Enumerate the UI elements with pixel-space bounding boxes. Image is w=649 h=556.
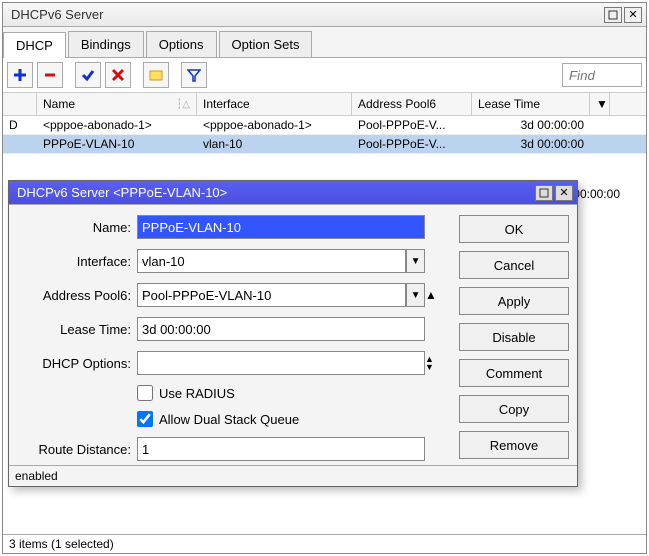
title-bar: DHCPv6 Server ✕ [3, 3, 646, 27]
button-column: OK Cancel Apply Disable Comment Copy Rem… [459, 215, 569, 461]
label-interface: Interface: [17, 254, 137, 269]
dialog-minimize-button[interactable] [535, 185, 553, 201]
label-options: DHCP Options: [17, 356, 137, 371]
cancel-button[interactable]: Cancel [459, 251, 569, 279]
resize-handle-icon[interactable]: ┆△ [176, 99, 190, 110]
tab-option-sets[interactable]: Option Sets [219, 31, 313, 57]
cell-interface: <pppoe-abonado-1> [197, 116, 352, 134]
dialog-status: enabled [9, 465, 577, 486]
options-spinner-icon[interactable]: ▲▼ [425, 355, 447, 371]
label-route: Route Distance: [17, 442, 137, 457]
remove-button[interactable]: Remove [459, 431, 569, 459]
pool-field[interactable] [137, 283, 406, 307]
dialog-title-bar: DHCPv6 Server <PPPoE-VLAN-10> ✕ [9, 181, 577, 205]
pool-dropdown-button[interactable]: ▼ [406, 283, 425, 307]
copy-button[interactable]: Copy [459, 395, 569, 423]
find-input[interactable] [562, 63, 642, 87]
close-button[interactable]: ✕ [624, 7, 642, 23]
add-button[interactable] [7, 62, 33, 88]
tab-bindings[interactable]: Bindings [68, 31, 144, 57]
cell-lease: 3d 00:00:00 [472, 135, 590, 153]
filter-button[interactable] [181, 62, 207, 88]
cell-pool: Pool-PPPoE-V... [352, 135, 472, 153]
dual-stack-checkbox[interactable] [137, 411, 153, 427]
interface-dropdown-button[interactable]: ▼ [406, 249, 425, 273]
table-row[interactable]: PPPoE-VLAN-10 vlan-10 Pool-PPPoE-V... 3d… [3, 135, 646, 154]
pool-collapse-icon[interactable]: ▲ [425, 288, 447, 302]
enable-button[interactable] [75, 62, 101, 88]
tab-bar: DHCP Bindings Options Option Sets [3, 27, 646, 58]
disable-button[interactable] [105, 62, 131, 88]
dialog-close-button[interactable]: ✕ [555, 185, 573, 201]
label-lease: Lease Time: [17, 322, 137, 337]
cell-pool: Pool-PPPoE-V... [352, 116, 472, 134]
status-bar: 3 items (1 selected) [3, 534, 646, 553]
label-radius: Use RADIUS [159, 386, 235, 401]
ok-button[interactable]: OK [459, 215, 569, 243]
tab-options[interactable]: Options [146, 31, 217, 57]
cell-name: <pppoe-abonado-1> [37, 116, 197, 134]
col-name[interactable]: Name┆△ [37, 93, 197, 115]
cell-lease: 3d 00:00:00 [472, 116, 590, 134]
toolbar [3, 58, 646, 93]
col-pool[interactable]: Address Pool6 [352, 93, 472, 115]
col-lease[interactable]: Lease Time [472, 93, 590, 115]
interface-field[interactable] [137, 249, 406, 273]
col-interface[interactable]: Interface [197, 93, 352, 115]
hidden-row-lease: 00:00:00 [573, 187, 620, 201]
label-dual: Allow Dual Stack Queue [159, 412, 299, 427]
cell-interface: vlan-10 [197, 135, 352, 153]
col-menu-button[interactable]: ▼ [590, 93, 610, 115]
form: Name: Interface: ▼ Address Pool6: ▼ ▲ Le… [17, 215, 447, 461]
remove-button[interactable] [37, 62, 63, 88]
table-row[interactable]: D <pppoe-abonado-1> <pppoe-abonado-1> Po… [3, 116, 646, 135]
comment-button[interactable] [143, 62, 169, 88]
window-title: DHCPv6 Server [7, 7, 602, 22]
dialog-title: DHCPv6 Server <PPPoE-VLAN-10> [13, 185, 533, 200]
name-field[interactable] [137, 215, 425, 239]
lease-field[interactable] [137, 317, 425, 341]
comment-button[interactable]: Comment [459, 359, 569, 387]
use-radius-checkbox[interactable] [137, 385, 153, 401]
disable-button[interactable]: Disable [459, 323, 569, 351]
grid-body: D <pppoe-abonado-1> <pppoe-abonado-1> Po… [3, 116, 646, 154]
cell-name: PPPoE-VLAN-10 [37, 135, 197, 153]
cell-flag: D [3, 116, 37, 134]
options-field[interactable] [137, 351, 425, 375]
label-name: Name: [17, 220, 137, 235]
cell-flag [3, 135, 37, 153]
tab-dhcp[interactable]: DHCP [3, 32, 66, 58]
minimize-button[interactable] [604, 7, 622, 23]
dhcpv6-server-dialog: DHCPv6 Server <PPPoE-VLAN-10> ✕ Name: In… [8, 180, 578, 487]
apply-button[interactable]: Apply [459, 287, 569, 315]
col-flag[interactable] [3, 93, 37, 115]
label-pool: Address Pool6: [17, 288, 137, 303]
grid-header: Name┆△ Interface Address Pool6 Lease Tim… [3, 93, 646, 116]
route-distance-field[interactable] [137, 437, 425, 461]
